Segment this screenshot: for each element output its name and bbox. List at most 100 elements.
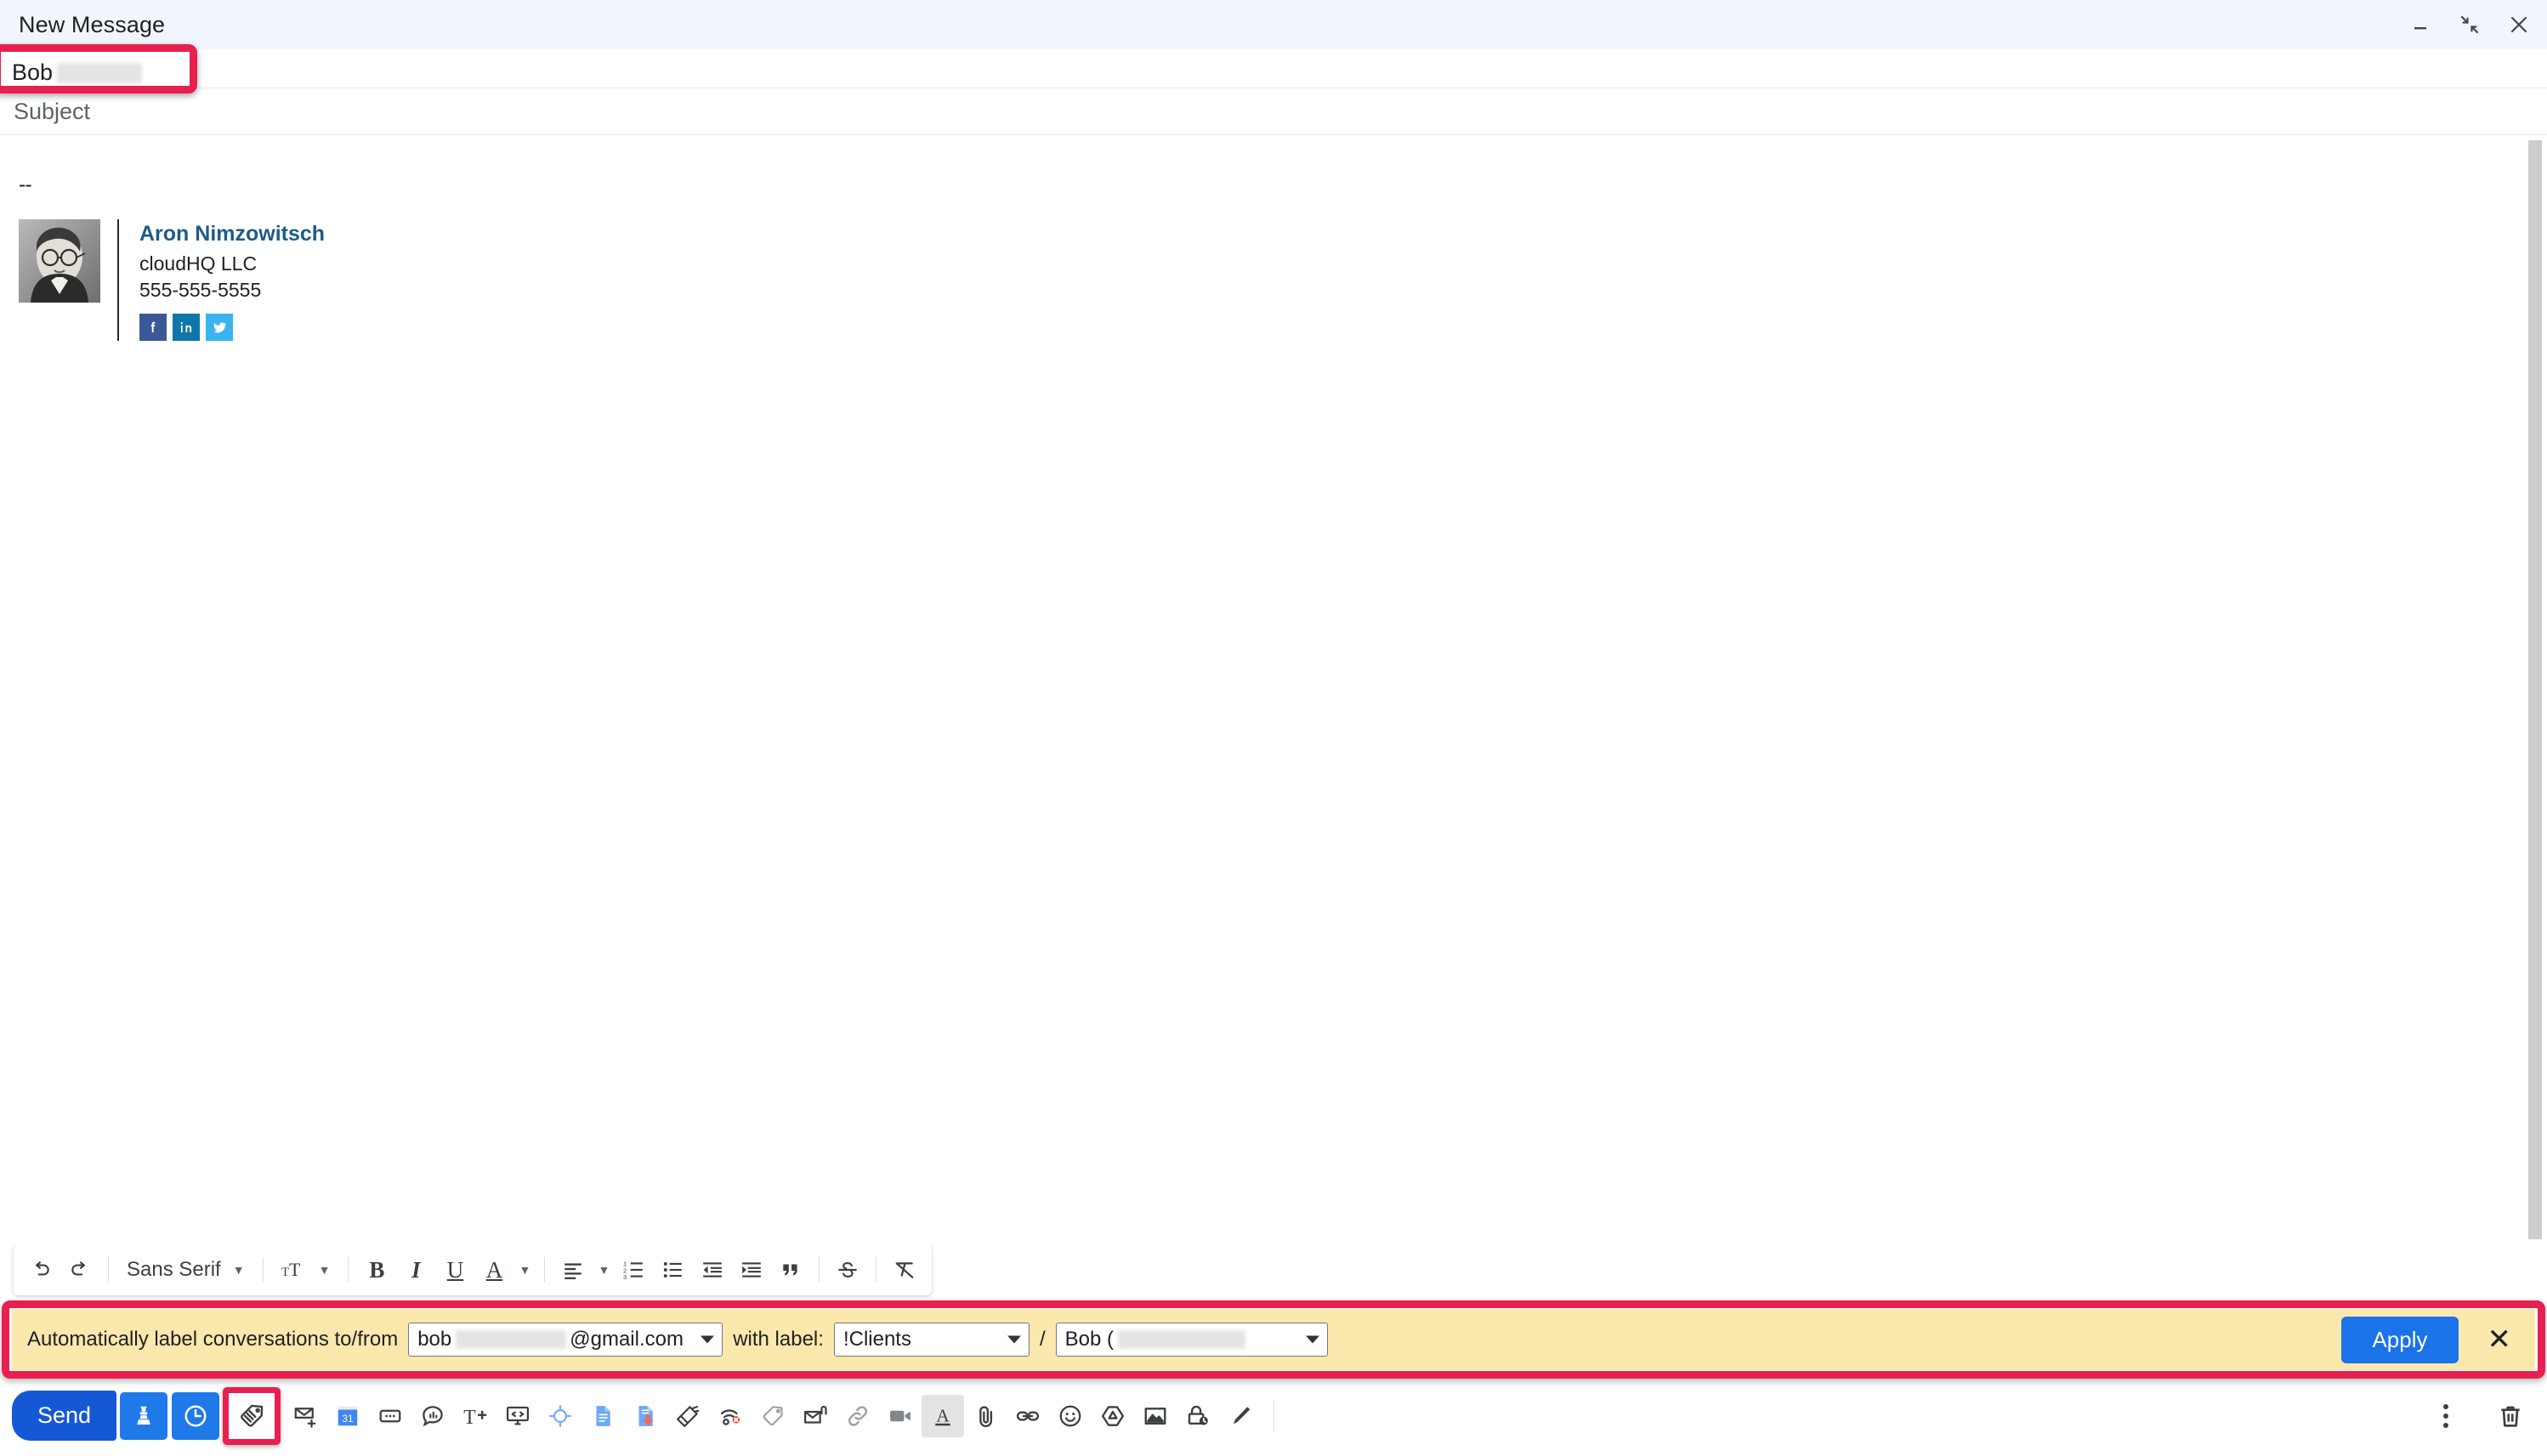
- recipient-redacted: [57, 62, 143, 83]
- banner-separator: /: [1039, 1328, 1046, 1351]
- font-family-dropdown[interactable]: Sans Serif ▼: [118, 1251, 253, 1289]
- signature-company: cloudHQ LLC: [139, 252, 258, 275]
- banner-email-prefix: bob: [417, 1328, 452, 1351]
- banner-email-redacted: [456, 1330, 567, 1349]
- message-body[interactable]: -- Aron Nimzowitsch cloudHQ LLC 555-555-…: [0, 135, 2547, 1244]
- facebook-icon[interactable]: [139, 314, 167, 342]
- trash-icon[interactable]: [2489, 1395, 2532, 1437]
- more-options-icon[interactable]: [2425, 1395, 2467, 1437]
- link-icon[interactable]: [1007, 1395, 1049, 1437]
- text-color-chevron-down-icon[interactable]: ▼: [514, 1251, 535, 1289]
- wifi-off-icon[interactable]: [709, 1395, 752, 1437]
- svg-text:T: T: [281, 1266, 289, 1279]
- signature-separator: --: [19, 173, 32, 196]
- font-size-dropdown[interactable]: T T ▼: [273, 1251, 339, 1289]
- label-tag-icon[interactable]: [230, 1395, 273, 1437]
- chat-chart-icon[interactable]: [411, 1395, 454, 1437]
- underline-button[interactable]: U: [436, 1251, 474, 1289]
- redo-icon[interactable]: [61, 1251, 99, 1289]
- recipient-input[interactable]: Bob: [12, 59, 143, 86]
- minimize-icon[interactable]: [2408, 12, 2433, 37]
- font-family-label: Sans Serif: [127, 1258, 221, 1281]
- pen-icon[interactable]: [1219, 1395, 1262, 1437]
- linkedin-icon[interactable]: [173, 314, 200, 342]
- send-button[interactable]: Send: [12, 1391, 117, 1441]
- strikethrough-icon[interactable]: [829, 1251, 866, 1289]
- quote-icon[interactable]: [772, 1251, 809, 1289]
- signature-details: Aron Nimzowitsch cloudHQ LLC 555-555-555…: [139, 219, 326, 342]
- more-options-dots[interactable]: [2443, 1403, 2448, 1428]
- banner-sublabel-value: Bob (: [1064, 1328, 1114, 1351]
- signature-photo: [19, 219, 100, 303]
- indent-more-icon[interactable]: [733, 1251, 770, 1289]
- auto-label-banner: Automatically label conversations to/fro…: [12, 1309, 2535, 1370]
- chess-piece-icon[interactable]: [120, 1391, 168, 1440]
- text-color-button[interactable]: A: [475, 1251, 513, 1289]
- bulleted-list-icon[interactable]: [655, 1251, 692, 1289]
- sweep-icon[interactable]: [667, 1395, 709, 1437]
- image-icon[interactable]: [1134, 1395, 1177, 1437]
- compose-bottom-bar: Send 31 T A: [0, 1375, 2547, 1456]
- clock-icon[interactable]: [172, 1391, 220, 1440]
- calendar-31-icon[interactable]: 31: [326, 1395, 369, 1437]
- text-plus-icon[interactable]: T: [454, 1395, 496, 1437]
- tag-icon[interactable]: [752, 1395, 794, 1437]
- banner-label-value: !Clients: [842, 1328, 911, 1351]
- signature-name: Aron Nimzowitsch: [139, 222, 326, 246]
- mail-attach-icon[interactable]: [794, 1395, 837, 1437]
- recipient-row[interactable]: Bob: [0, 44, 2547, 93]
- video-icon[interactable]: [879, 1395, 922, 1437]
- google-doc-icon[interactable]: [581, 1395, 624, 1437]
- signature-phone: 555-555-5555: [139, 279, 262, 302]
- indent-less-icon[interactable]: [694, 1251, 731, 1289]
- apply-button[interactable]: Apply: [2341, 1316, 2459, 1363]
- crosshair-icon[interactable]: [539, 1395, 581, 1437]
- doc-download-icon[interactable]: [624, 1395, 667, 1437]
- align-left-icon[interactable]: [554, 1251, 592, 1289]
- scrollbar-thumb[interactable]: [2528, 140, 2542, 1239]
- format-text-icon[interactable]: A: [922, 1394, 965, 1437]
- subject-input[interactable]: Subject: [14, 99, 90, 125]
- confidential-icon[interactable]: [1177, 1395, 1219, 1437]
- signature-divider: [117, 219, 119, 342]
- svg-text:T: T: [463, 1406, 476, 1428]
- code-monitor-icon[interactable]: [496, 1395, 539, 1437]
- window-controls: [2408, 0, 2532, 49]
- banner-label-select[interactable]: !Clients: [833, 1323, 1030, 1357]
- paperclip-icon[interactable]: [964, 1395, 1007, 1437]
- banner-email-select[interactable]: bob @gmail.com: [408, 1323, 723, 1357]
- numbered-list-icon[interactable]: 123: [615, 1251, 653, 1289]
- exit-full-screen-icon[interactable]: [2457, 12, 2482, 37]
- toolbar-separator: [108, 1257, 109, 1283]
- banner-close-icon[interactable]: ✕: [2469, 1325, 2519, 1354]
- dots-box-icon[interactable]: [369, 1395, 411, 1437]
- banner-sublabel-select[interactable]: Bob (: [1055, 1323, 1328, 1357]
- bold-button[interactable]: B: [358, 1251, 395, 1289]
- chevron-down-icon: [1305, 1335, 1319, 1344]
- undo-icon[interactable]: [22, 1251, 60, 1289]
- drive-icon[interactable]: [1092, 1395, 1134, 1437]
- banner-email-suffix: @gmail.com: [570, 1328, 684, 1351]
- align-chevron-down-icon[interactable]: ▼: [593, 1251, 614, 1289]
- compose-window: New Message Bob Subject -- Aron Nimzowit…: [0, 0, 2547, 1456]
- chevron-down-icon: ▼: [232, 1263, 245, 1277]
- twitter-icon[interactable]: [206, 314, 233, 342]
- link-chain-icon[interactable]: [837, 1395, 879, 1437]
- toolbar-separator: [544, 1257, 546, 1283]
- toolbar-separator: [262, 1257, 264, 1283]
- close-icon[interactable]: [2506, 12, 2532, 37]
- auto-label-button-wrapper: [223, 1386, 281, 1445]
- formatting-toolbar: Sans Serif ▼ T T ▼ B I U A ▼ ▼ 1 2 3: [14, 1244, 933, 1295]
- remove-formatting-icon[interactable]: [886, 1251, 923, 1289]
- svg-text:A: A: [936, 1405, 950, 1425]
- italic-button[interactable]: I: [397, 1251, 434, 1289]
- email-plus-icon[interactable]: [284, 1395, 326, 1437]
- subject-row[interactable]: Subject: [0, 88, 2547, 135]
- toolbar-separator: [348, 1257, 349, 1283]
- email-signature: Aron Nimzowitsch cloudHQ LLC 555-555-555…: [19, 219, 2547, 342]
- toolbar-separator: [819, 1257, 820, 1283]
- banner-sublabel-redacted: [1117, 1330, 1245, 1349]
- svg-text:31: 31: [342, 1412, 354, 1424]
- body-scrollbar[interactable]: [2528, 140, 2542, 1239]
- emoji-icon[interactable]: [1049, 1395, 1092, 1437]
